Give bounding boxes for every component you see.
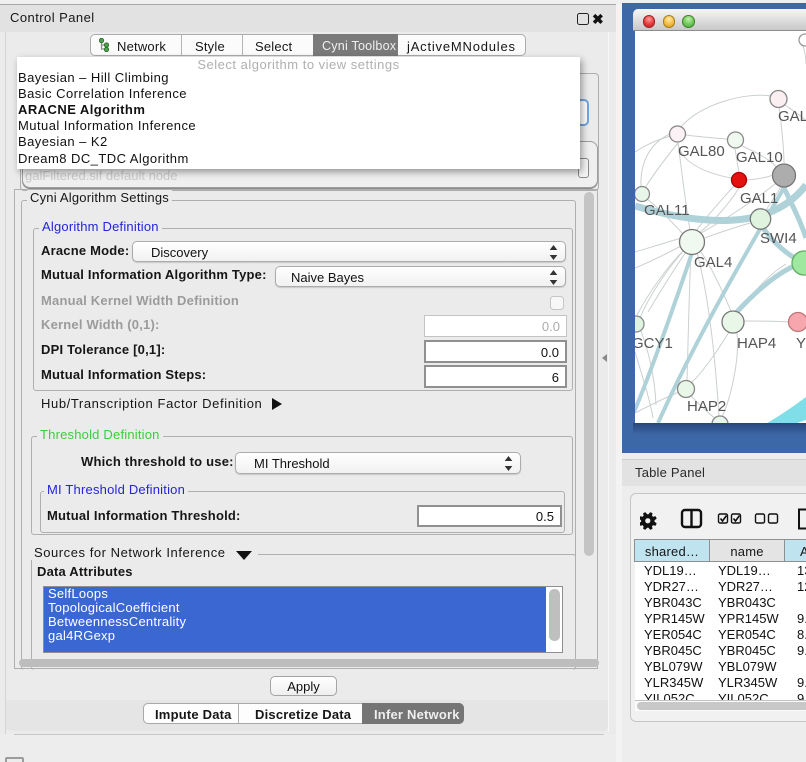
svg-text:HAP4: HAP4 [737,335,776,352]
svg-text:GAL11: GAL11 [644,202,690,219]
svg-text:YE: YE [796,335,806,352]
svg-text:GAL10: GAL10 [736,149,783,166]
svg-text:HAP2: HAP2 [687,398,726,415]
svg-text:SWI4: SWI4 [760,230,797,247]
svg-text:GAL80: GAL80 [678,143,725,160]
svg-text:GAL1: GAL1 [740,190,778,207]
svg-text:GAL7: GAL7 [778,108,806,125]
svg-text:GCY1: GCY1 [635,335,673,352]
svg-text:GAL4: GAL4 [694,254,732,271]
